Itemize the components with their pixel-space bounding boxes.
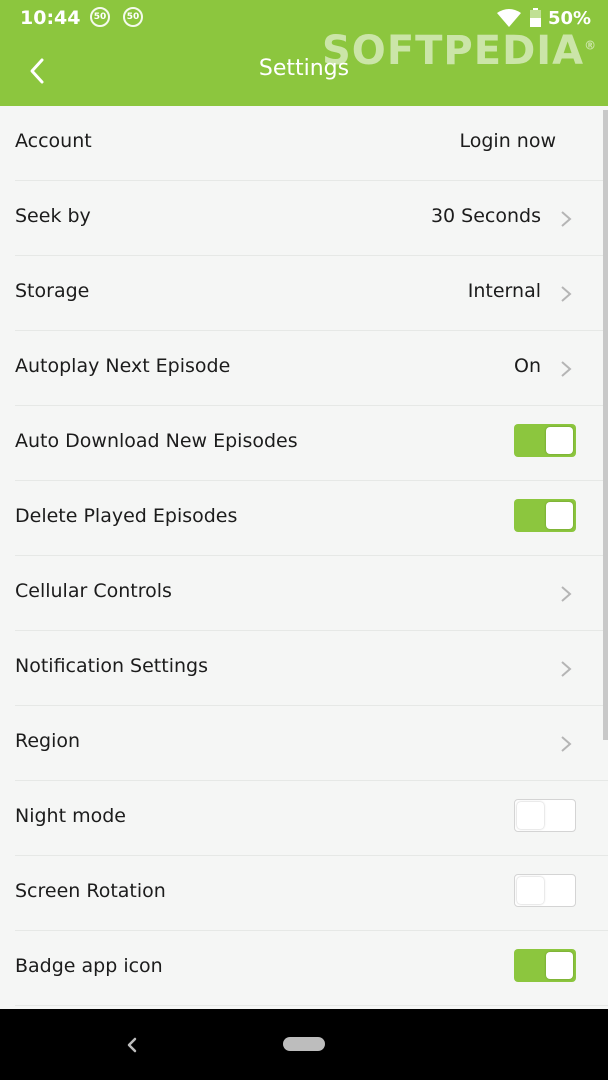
notification-icon: 50 <box>123 7 143 27</box>
delete-played-toggle[interactable] <box>514 499 576 532</box>
night-mode-toggle[interactable] <box>514 799 576 832</box>
setting-label: Delete Played Episodes <box>15 505 238 527</box>
battery-icon <box>530 8 541 27</box>
setting-value: 30 Seconds <box>430 205 541 227</box>
system-nav-bar <box>0 1009 608 1080</box>
toggle-knob <box>546 952 573 979</box>
toggle-knob <box>517 802 544 829</box>
setting-value: Internal <box>467 280 541 302</box>
settings-list: Account Login now Seek by 30 Seconds Sto… <box>0 106 608 1006</box>
setting-label: Autoplay Next Episode <box>15 355 231 377</box>
wifi-icon <box>497 9 521 27</box>
toggle-knob <box>546 427 573 454</box>
setting-cellular-controls[interactable]: Cellular Controls <box>15 556 608 631</box>
battery-percent: 50% <box>548 8 592 29</box>
scrollbar[interactable] <box>603 110 608 740</box>
nav-back-icon[interactable] <box>122 1034 142 1056</box>
chevron-right-icon <box>561 361 572 377</box>
status-time: 10:44 <box>20 7 81 29</box>
setting-screen-rotation: Screen Rotation <box>15 856 608 931</box>
setting-label: Cellular Controls <box>15 580 172 602</box>
badge-app-icon-toggle[interactable] <box>514 949 576 982</box>
setting-label: Region <box>15 730 81 752</box>
chevron-right-icon <box>561 736 572 752</box>
setting-value[interactable]: Login now <box>459 130 556 152</box>
setting-label: Screen Rotation <box>15 880 166 902</box>
home-button[interactable] <box>283 1037 325 1051</box>
setting-value: On <box>514 355 541 377</box>
page-title: Settings <box>258 56 350 81</box>
setting-label: Night mode <box>15 805 126 827</box>
setting-label: Badge app icon <box>15 955 163 977</box>
toggle-knob <box>517 877 544 904</box>
setting-label: Auto Download New Episodes <box>15 430 298 452</box>
setting-badge-app-icon: Badge app icon <box>15 931 608 1006</box>
notification-icon: 50 <box>90 7 110 27</box>
toggle-knob <box>546 502 573 529</box>
app-bar: SOFTPEDIA® Settings <box>0 28 608 106</box>
setting-night-mode: Night mode <box>15 781 608 856</box>
setting-auto-download: Auto Download New Episodes <box>15 406 608 481</box>
setting-label: Account <box>15 130 92 152</box>
chevron-right-icon <box>561 661 572 677</box>
setting-storage[interactable]: Storage Internal <box>15 256 608 331</box>
chevron-right-icon <box>561 286 572 302</box>
setting-region[interactable]: Region <box>15 706 608 781</box>
setting-label: Notification Settings <box>15 655 208 677</box>
setting-delete-played: Delete Played Episodes <box>15 481 608 556</box>
chevron-right-icon <box>561 211 572 227</box>
setting-account[interactable]: Account Login now <box>15 106 608 181</box>
setting-autoplay-next-episode[interactable]: Autoplay Next Episode On <box>15 331 608 406</box>
setting-label: Storage <box>15 280 90 302</box>
chevron-right-icon <box>561 586 572 602</box>
setting-notification-settings[interactable]: Notification Settings <box>15 631 608 706</box>
screen-rotation-toggle[interactable] <box>514 874 576 907</box>
auto-download-toggle[interactable] <box>514 424 576 457</box>
setting-label: Seek by <box>15 205 91 227</box>
setting-seek-by[interactable]: Seek by 30 Seconds <box>15 181 608 256</box>
